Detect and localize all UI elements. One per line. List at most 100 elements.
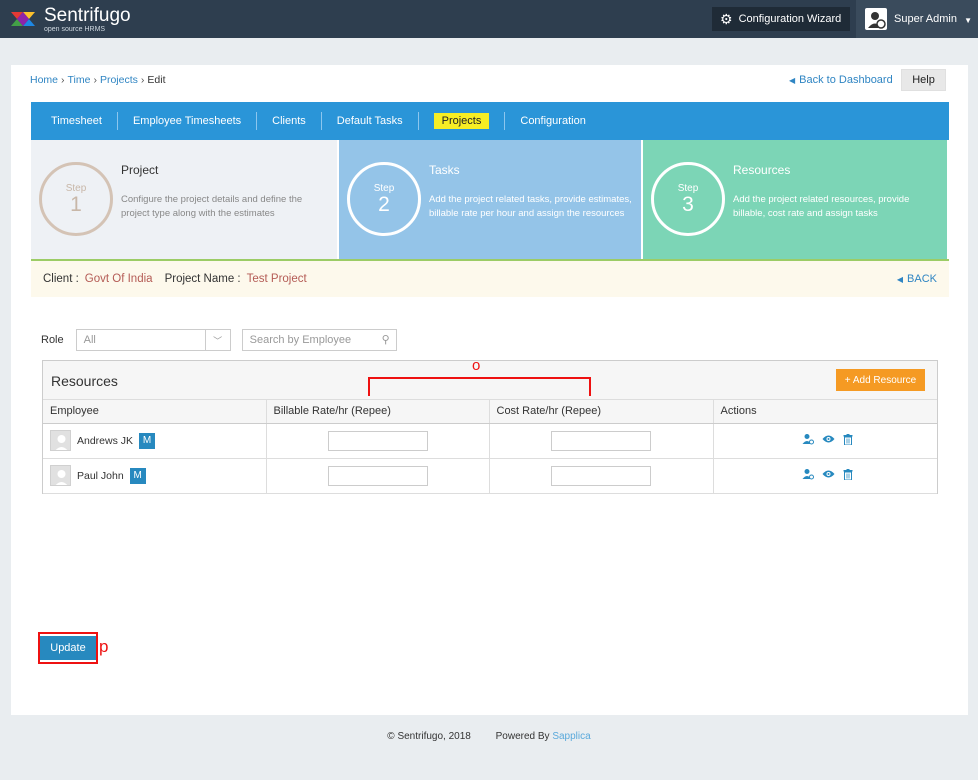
logo-icon [8,4,38,34]
step-circle: Step 2 [347,162,421,236]
help-button[interactable]: Help [901,69,946,91]
step-number: 2 [378,192,390,216]
cost-rate-cell [489,458,714,494]
annotation-box-p [38,632,98,664]
delete-trash-icon[interactable] [843,468,853,483]
tab-label: Employee Timesheets [132,115,242,127]
breadcrumb-home[interactable]: Home [30,74,58,86]
avatar [50,430,71,451]
tab-projects[interactable]: Projects [419,112,506,130]
view-eye-icon[interactable] [822,469,835,482]
footer-powered-by: Powered By [495,731,550,742]
assign-user-icon[interactable] [802,433,815,448]
step-tasks[interactable]: Step 2 Tasks Add the project related tas… [337,140,641,259]
caret-left-icon: ◀ [789,76,796,85]
role-label: Role [41,334,64,346]
tab-label: Configuration [520,115,586,127]
manager-badge: M [139,432,156,449]
user-menu[interactable]: Super Admin ▼ [856,0,978,38]
user-avatar-icon [865,8,887,30]
cost-rate-input[interactable] [551,465,651,486]
chevron-down-icon: ﹀ [204,330,230,350]
column-employee: Employee [43,400,267,424]
project-name-label: Project Name : [164,273,241,285]
employee-name: Andrews JK [77,434,134,447]
actions-cell [713,458,937,494]
tab-label: Default Tasks [336,115,403,127]
app-logo[interactable]: Sentrifugo open source HRMS [8,4,131,34]
caret-down-icon: ▼ [964,16,972,25]
breadcrumb: Home › Time › Projects › Edit [30,74,166,86]
footer-brand-link[interactable]: Sapplica [552,731,590,742]
column-cost-rate: Cost Rate/hr (Repee) [489,400,714,424]
tab-label: Projects [433,113,490,129]
annotation-label-p: p [99,637,109,656]
tab-label: Clients [272,115,306,127]
role-select[interactable]: All ﹀ [75,329,231,351]
step-description: Add the project related resources, provi… [733,194,910,219]
billable-rate-cell [266,458,490,494]
step-circle: Step 3 [651,162,725,236]
tab-label: Timesheet [51,115,102,127]
table-row: Paul John M [43,458,937,494]
back-to-dashboard-label: Back to Dashboard [799,74,893,86]
search-placeholder: Search by Employee [249,334,352,346]
filter-row: Role All ﹀ Search by Employee ⚲ [41,329,397,351]
breadcrumb-time[interactable]: Time [68,74,91,86]
back-link[interactable]: ◀ BACK [897,273,937,285]
tab-employee-timesheets[interactable]: Employee Timesheets [118,112,258,130]
project-name-value: Test Project [246,273,307,285]
app-tagline: open source HRMS [44,25,106,33]
user-name: Super Admin [894,13,957,25]
column-actions: Actions [713,400,937,424]
client-value: Govt Of India [84,273,153,285]
table-row: Andrews JK M [43,423,937,459]
step-title: Project [121,163,159,177]
client-label: Client : [43,273,79,285]
configuration-wizard-label: Configuration Wizard [738,13,842,25]
actions-cell [713,423,937,459]
add-resource-button[interactable]: + Add Resource [836,369,925,391]
employee-name: Paul John [77,469,124,482]
step-project[interactable]: Step 1 Project Configure the project det… [31,140,337,259]
top-bar: Sentrifugo open source HRMS ⚙ Configurat… [0,0,978,38]
resources-title: Resources [51,373,118,389]
configuration-wizard-button[interactable]: ⚙ Configuration Wizard [712,7,850,31]
billable-rate-input[interactable] [327,465,428,486]
manager-badge: M [129,467,146,484]
step-word: Step [373,182,395,194]
tab-configuration[interactable]: Configuration [505,112,600,130]
step-description: Add the project related tasks, provide e… [429,194,632,219]
billable-rate-input[interactable] [327,430,428,451]
footer: © Sentrifugo, 2018 Powered By Sapplica [0,731,978,742]
back-to-dashboard-link[interactable]: ◀ Back to Dashboard [789,74,893,86]
step-circle: Step 1 [39,162,113,236]
cost-rate-cell [489,423,714,459]
tab-clients[interactable]: Clients [257,112,322,130]
column-billable-rate: Billable Rate/hr (Repee) [266,400,490,424]
tab-default-tasks[interactable]: Default Tasks [322,112,419,130]
assign-user-icon[interactable] [802,468,815,483]
avatar [50,465,71,486]
cost-rate-input[interactable] [551,430,651,451]
delete-trash-icon[interactable] [843,433,853,448]
tab-timesheet[interactable]: Timesheet [36,112,118,130]
step-resources[interactable]: Step 3 Resources Add the project related… [641,140,947,259]
step-number: 3 [682,192,694,216]
app-name: Sentrifugo [44,4,131,26]
gear-icon: ⚙ [720,10,733,27]
view-eye-icon[interactable] [822,434,835,447]
time-tabs: Timesheet Employee Timesheets Clients De… [31,102,949,140]
back-label: BACK [907,273,937,285]
employee-cell: Paul John M [43,458,267,494]
step-number: 1 [70,192,82,216]
annotation-box-o [368,377,591,396]
breadcrumb-projects[interactable]: Projects [100,74,138,86]
footer-copyright: © Sentrifugo, 2018 [387,731,471,742]
step-word: Step [677,182,699,194]
employee-search-input[interactable]: Search by Employee ⚲ [241,329,397,351]
step-title: Tasks [429,163,460,177]
employee-cell: Andrews JK M [43,423,267,459]
client-info-bar: Client : Govt Of India Project Name : Te… [31,259,949,297]
breadcrumb-current: Edit [147,74,166,86]
